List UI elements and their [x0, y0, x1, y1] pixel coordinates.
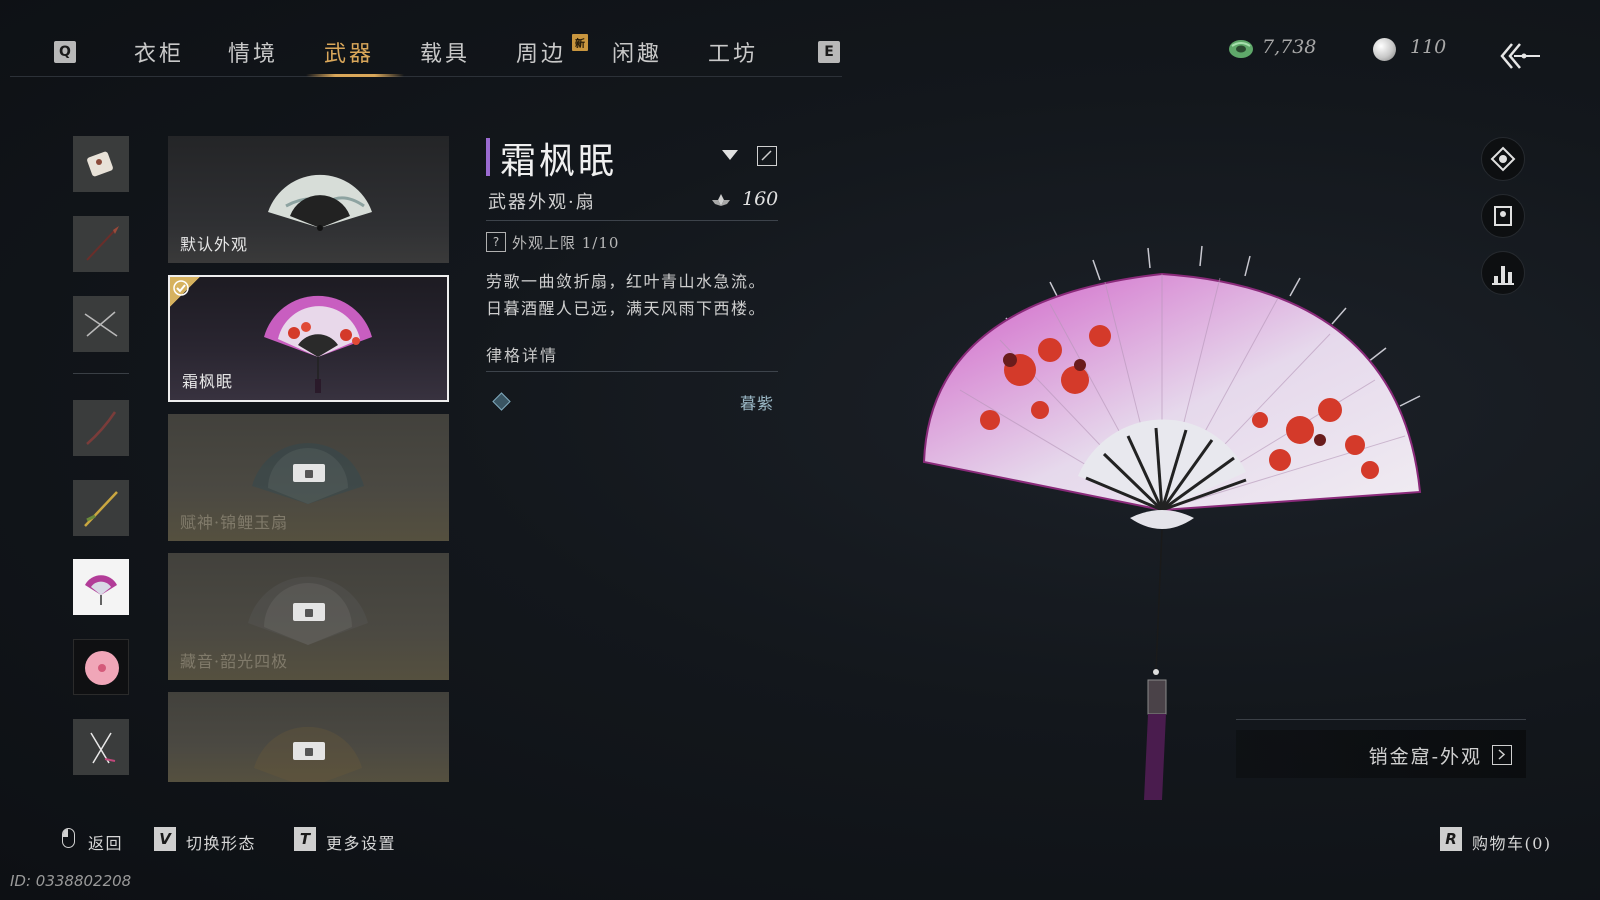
- new-badge: 新: [572, 34, 588, 51]
- fan-icon: [85, 575, 117, 605]
- variant-name: 藏音·韶光四极: [180, 652, 289, 671]
- shop-link[interactable]: 销金窟-外观: [1236, 730, 1526, 778]
- variant-name: 赋神·锦鲤玉扇: [180, 513, 289, 532]
- category-divider: [73, 373, 129, 374]
- variant-card-selected[interactable]: 霜枫眠: [168, 275, 449, 402]
- pearl-currency-icon: [1373, 38, 1396, 61]
- cart-key[interactable]: R: [1440, 827, 1462, 851]
- equipped-check-icon: [170, 277, 200, 307]
- lock-icon: [293, 464, 325, 482]
- chevron-down-icon[interactable]: [722, 150, 738, 160]
- spear-icon: [86, 226, 119, 261]
- tab-wardrobe[interactable]: 衣柜: [134, 36, 184, 68]
- title-accent-bar: [486, 138, 490, 176]
- lock-icon: [293, 742, 325, 760]
- item-category: 武器外观·扇: [488, 192, 596, 213]
- stats-button[interactable]: [1481, 251, 1525, 295]
- next-tab-key[interactable]: E: [818, 41, 840, 63]
- tab-vehicles[interactable]: 载具: [420, 36, 470, 68]
- section-title: 律格详情: [486, 346, 559, 365]
- variant-card-default[interactable]: 默认外观: [168, 136, 449, 263]
- weapon-charm-icon: [87, 151, 113, 177]
- divider: [486, 220, 778, 221]
- umbrella-icon: [85, 651, 119, 685]
- jade-currency-icon: [1229, 40, 1253, 58]
- settings-key[interactable]: T: [294, 827, 316, 851]
- variant-card-locked[interactable]: 藏音·韶光四极: [168, 553, 449, 680]
- help-icon[interactable]: ?: [486, 232, 506, 252]
- category-spear[interactable]: [73, 216, 129, 272]
- pearl-amount: 110: [1410, 36, 1447, 58]
- portrait-icon: [1494, 206, 1512, 226]
- category-staff[interactable]: [73, 400, 129, 456]
- more-settings-hint[interactable]: 更多设置: [326, 830, 396, 854]
- description-line: 劳歌一曲敛折扇，红叶青山水急流。: [486, 272, 767, 291]
- attribute-value: 暮紫: [740, 394, 775, 413]
- diamond-icon: [492, 392, 511, 411]
- locked-fan-image: [254, 726, 362, 782]
- description-line: 日暮酒醒人已远，满天风雨下西楼。: [486, 299, 767, 318]
- open-arrow-icon: [1492, 745, 1512, 765]
- dual-blades-icon: [84, 311, 118, 337]
- item-title: 霜枫眠: [500, 141, 618, 182]
- top-nav: Q 衣柜 情境 武器 载具 周边 新 闲趣 工坊 E: [10, 30, 842, 77]
- lock-icon: [293, 603, 325, 621]
- tab-merch[interactable]: 周边: [516, 36, 566, 68]
- tab-leisure[interactable]: 闲趣: [612, 36, 662, 68]
- tab-weapons[interactable]: 武器: [324, 36, 374, 68]
- switch-key[interactable]: V: [154, 827, 176, 851]
- category-crossed-swords[interactable]: [73, 719, 129, 775]
- cart-hint[interactable]: 购物车(0): [1472, 830, 1552, 854]
- appearance-limit: 外观上限 1/10: [512, 234, 620, 252]
- category-fan[interactable]: [73, 559, 129, 615]
- golden-spear-icon: [84, 491, 118, 527]
- category-umbrella[interactable]: [73, 639, 129, 695]
- switch-form-hint[interactable]: 切换形态: [186, 830, 256, 854]
- variant-card-locked[interactable]: 赋神·锦鲤玉扇: [168, 414, 449, 541]
- active-tab-indicator: [306, 74, 404, 77]
- back-hint[interactable]: 返回: [88, 830, 123, 854]
- portrait-button[interactable]: [1481, 194, 1525, 238]
- category-dual-blades[interactable]: [73, 296, 129, 352]
- item-points: 160: [742, 188, 779, 210]
- category-golden-spear[interactable]: [73, 480, 129, 536]
- staff-icon: [86, 411, 117, 445]
- user-id: ID: 0338802208: [10, 872, 132, 890]
- mouse-icon: [62, 828, 75, 848]
- camera-view-button[interactable]: [1481, 137, 1525, 181]
- variant-name: 霜枫眠: [182, 372, 234, 391]
- category-charm[interactable]: [73, 136, 129, 192]
- jade-amount: 7,738: [1262, 36, 1317, 58]
- variant-name: 默认外观: [180, 235, 249, 254]
- back-arrow-icon[interactable]: [1498, 40, 1542, 72]
- lotus-points-icon: [712, 194, 730, 206]
- edit-icon[interactable]: [757, 146, 777, 166]
- crossed-swords-icon: [90, 732, 116, 764]
- tab-workshop[interactable]: 工坊: [708, 36, 758, 68]
- shop-label: 销金窟-外观: [1368, 746, 1482, 768]
- shop-divider: [1236, 719, 1526, 720]
- bar-chart-icon: [1492, 266, 1514, 285]
- tab-scenario[interactable]: 情境: [228, 36, 278, 68]
- variant-card-locked[interactable]: [168, 692, 449, 782]
- view-icon: [1490, 146, 1516, 172]
- prev-tab-key[interactable]: Q: [54, 41, 76, 63]
- divider: [486, 371, 778, 372]
